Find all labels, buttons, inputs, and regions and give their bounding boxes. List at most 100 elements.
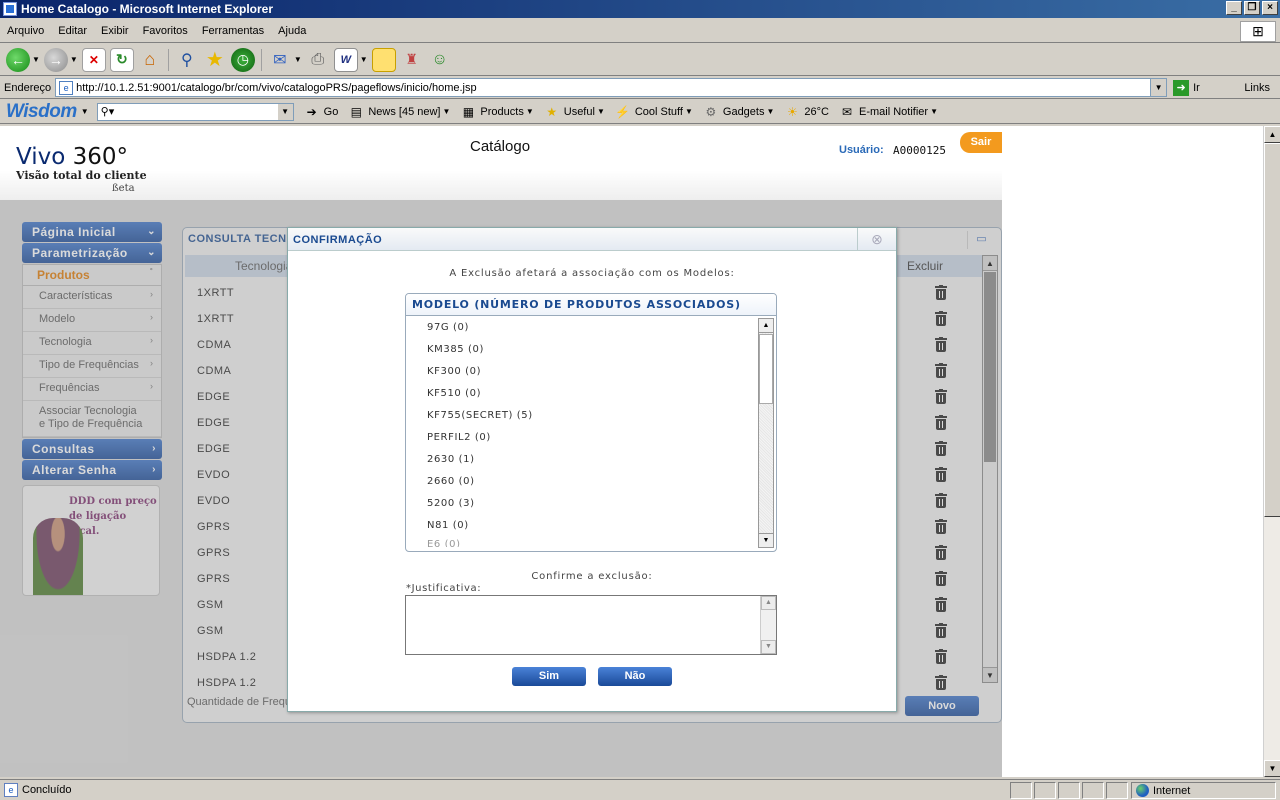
- list-item[interactable]: 97G (0): [406, 317, 756, 339]
- listbox-scrollbar[interactable]: ▲ ▼: [758, 318, 774, 548]
- refresh-icon[interactable]: ↻: [109, 47, 134, 72]
- back-dropdown-icon[interactable]: ▼: [32, 55, 40, 64]
- edit-word-icon[interactable]: W: [333, 47, 358, 72]
- wisdom-logo[interactable]: Wisdom: [0, 101, 77, 123]
- lightning-icon: ⚡: [615, 104, 631, 119]
- logout-button[interactable]: Sair: [960, 132, 1002, 153]
- go-arrow-icon: ➔: [306, 104, 317, 119]
- search-icon: ⚲▾: [100, 106, 115, 118]
- address-label: Endereço: [4, 81, 52, 94]
- scroll-thumb[interactable]: [759, 334, 773, 404]
- dialog-header: CONFIRMAÇÃO ⊗: [288, 228, 896, 251]
- list-item[interactable]: KF300 (0): [406, 361, 756, 383]
- links-button[interactable]: Links: [1244, 82, 1270, 94]
- list-item[interactable]: KF510 (0): [406, 383, 756, 405]
- status-pane: [1106, 782, 1128, 799]
- globe-icon: [1136, 784, 1149, 797]
- logo-beta: ßeta: [112, 183, 135, 194]
- home-icon[interactable]: ⌂: [138, 48, 162, 72]
- site-header: Vivo 360° Visão total do cliente ßeta Ca…: [0, 126, 1002, 200]
- menu-ajuda[interactable]: Ajuda: [271, 25, 313, 37]
- toolbar-separator: [260, 48, 262, 71]
- page-title: Catálogo: [470, 138, 531, 155]
- menu-editar[interactable]: Editar: [51, 25, 94, 37]
- stop-icon[interactable]: ✕: [81, 47, 106, 72]
- menu-arquivo[interactable]: Arquivo: [0, 25, 51, 37]
- wisdom-go-button[interactable]: ➔ Go: [304, 105, 339, 119]
- research-icon[interactable]: ♜: [400, 48, 424, 72]
- notes-icon[interactable]: [371, 47, 396, 72]
- scroll-down-icon[interactable]: ▼: [1264, 760, 1280, 777]
- search-dropdown-icon[interactable]: ▼: [277, 103, 293, 120]
- scroll-up-icon[interactable]: ▲: [761, 596, 776, 610]
- history-icon[interactable]: ◷: [230, 47, 255, 72]
- wisdom-cool-stuff[interactable]: ⚡ Cool Stuff ▼: [615, 105, 693, 119]
- go-button[interactable]: Ir: [1193, 82, 1200, 94]
- forward-icon[interactable]: →: [43, 47, 68, 72]
- address-dropdown-icon[interactable]: ▼: [1150, 79, 1167, 96]
- address-input[interactable]: e http://10.1.2.51:9001/catalogo/br/com/…: [55, 78, 1168, 97]
- list-item[interactable]: KF755(SECRET) (5): [406, 405, 756, 427]
- mail-icon[interactable]: ✉: [268, 48, 292, 72]
- menu-ferramentas[interactable]: Ferramentas: [195, 25, 271, 37]
- list-item[interactable]: 5200 (3): [406, 493, 756, 515]
- forward-dropdown-icon[interactable]: ▼: [70, 55, 78, 64]
- textarea-scrollbar[interactable]: ▲ ▼: [760, 596, 776, 654]
- security-zone: Internet: [1131, 782, 1276, 799]
- list-item[interactable]: 2630 (1): [406, 449, 756, 471]
- scroll-down-icon[interactable]: ▼: [759, 533, 773, 547]
- news-icon: ▤: [350, 104, 362, 119]
- justification-textarea[interactable]: ▲ ▼: [405, 595, 777, 655]
- address-bar: Endereço e http://10.1.2.51:9001/catalog…: [0, 77, 1280, 99]
- search-icon[interactable]: ⚲: [175, 48, 199, 72]
- maximize-button[interactable]: ❐: [1244, 1, 1260, 15]
- wisdom-search-input[interactable]: ⚲▾ ▼: [96, 102, 294, 121]
- status-pane: [1010, 782, 1032, 799]
- mail-dropdown-icon[interactable]: ▼: [294, 55, 302, 64]
- models-listbox[interactable]: MODELO (NÚMERO DE PRODUTOS ASSOCIADOS) 9…: [405, 293, 777, 552]
- toolbar-separator: [167, 48, 169, 71]
- star-icon: ★: [546, 104, 558, 119]
- wisdom-weather[interactable]: ☀ 26°C: [784, 105, 829, 119]
- close-icon[interactable]: ⊗: [857, 228, 896, 251]
- address-url[interactable]: http://10.1.2.51:9001/catalogo/br/com/vi…: [76, 82, 477, 94]
- vivo-logo: Vivo 360°: [16, 144, 129, 170]
- wisdom-dropdown-icon[interactable]: ▼: [81, 107, 89, 116]
- minimize-button[interactable]: _: [1226, 1, 1242, 15]
- print-icon[interactable]: ⎙: [306, 48, 330, 72]
- scroll-thumb[interactable]: [1264, 143, 1280, 517]
- wisdom-useful[interactable]: ★ Useful ▼: [544, 105, 605, 119]
- zone-text: Internet: [1153, 784, 1191, 797]
- list-item[interactable]: N81 (0): [406, 515, 756, 537]
- wisdom-email-notifier[interactable]: ✉ E-mail Notifier ▼: [839, 105, 938, 119]
- list-item[interactable]: E6 (0): [406, 537, 756, 547]
- dialog-title: CONFIRMAÇÃO: [293, 234, 383, 246]
- sun-icon: ☀: [787, 104, 798, 119]
- window-title: Home Catalogo - Microsoft Internet Explo…: [21, 2, 274, 16]
- menu-favoritos[interactable]: Favoritos: [136, 25, 195, 37]
- ie-icon: [3, 2, 17, 16]
- wisdom-news[interactable]: ▤ News [45 new] ▼: [348, 104, 451, 119]
- menu-exibir[interactable]: Exibir: [94, 25, 136, 37]
- list-item[interactable]: 2660 (0): [406, 471, 756, 493]
- scroll-up-icon[interactable]: ▲: [1264, 126, 1280, 143]
- favorites-star-icon[interactable]: ★: [203, 48, 227, 72]
- menu-bar: Arquivo Editar Exibir Favoritos Ferramen…: [0, 20, 1280, 43]
- sim-button[interactable]: Sim: [512, 667, 586, 686]
- list-item[interactable]: KM385 (0): [406, 339, 756, 361]
- messenger-icon[interactable]: ☺: [428, 48, 452, 72]
- status-bar: e Concluído Internet: [0, 779, 1280, 800]
- confirm-label: Confirme a exclusão:: [531, 571, 653, 582]
- nao-button[interactable]: Não: [598, 667, 672, 686]
- browser-scrollbar[interactable]: ▲ ▼: [1263, 126, 1280, 777]
- scroll-up-icon[interactable]: ▲: [759, 319, 773, 333]
- go-arrow-icon[interactable]: ➜: [1173, 79, 1190, 96]
- edit-dropdown-icon[interactable]: ▼: [360, 55, 368, 64]
- wisdom-products[interactable]: ▦ Products ▼: [460, 105, 534, 119]
- close-button[interactable]: ×: [1262, 1, 1278, 15]
- scroll-down-icon[interactable]: ▼: [761, 640, 776, 654]
- list-item[interactable]: PERFIL2 (0): [406, 427, 756, 449]
- back-icon[interactable]: ←: [6, 47, 30, 72]
- status-text: Concluído: [22, 784, 72, 796]
- wisdom-gadgets[interactable]: ⚙ Gadgets ▼: [703, 105, 775, 119]
